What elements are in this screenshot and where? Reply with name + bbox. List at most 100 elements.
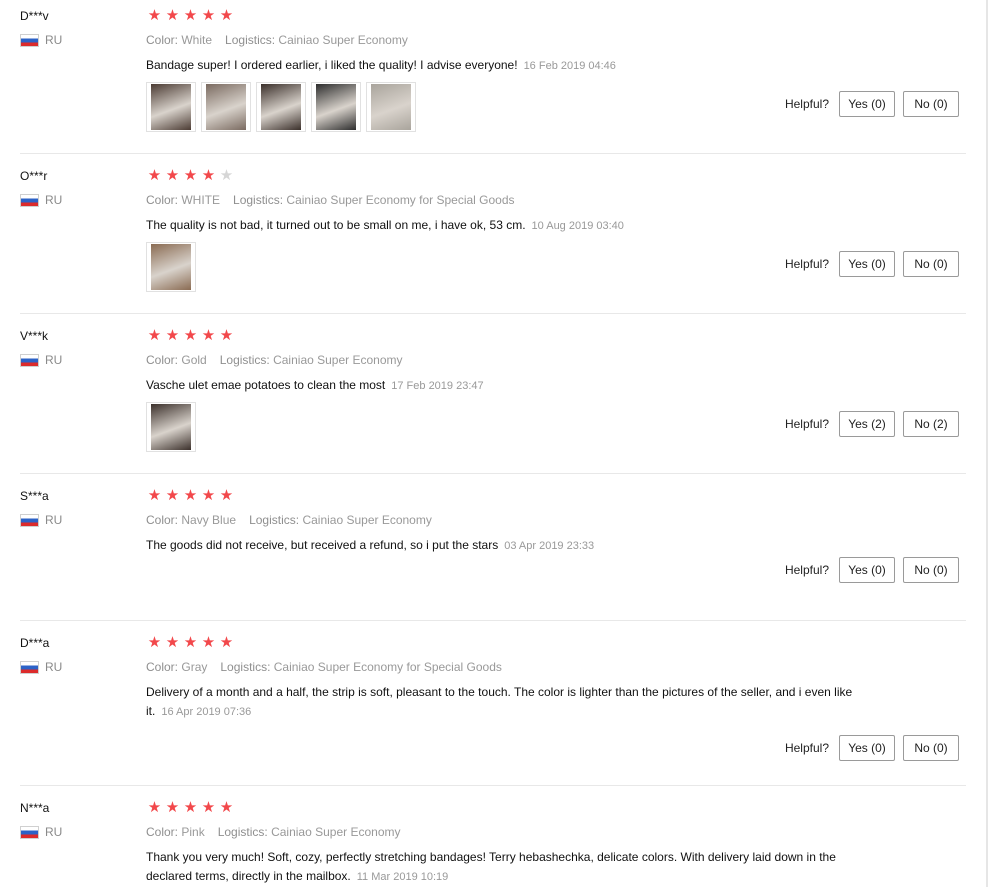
russia-flag-icon <box>20 660 39 674</box>
star-icon: ★ <box>165 167 180 184</box>
country-code: RU <box>45 660 63 674</box>
helpful-yes-button[interactable]: Yes (0) <box>839 557 895 583</box>
reviewer-name: N***a <box>20 801 50 815</box>
reviewer-name: D***v <box>20 9 49 23</box>
star-icon: ★ <box>201 634 216 651</box>
star-icon: ★ <box>219 327 234 344</box>
color-label: Color: <box>146 193 179 207</box>
russia-flag-icon <box>20 353 39 367</box>
review-text: The goods did not receive, but received … <box>146 536 866 556</box>
reviewer-name: O***r <box>20 169 48 183</box>
color-value: White <box>181 33 213 47</box>
helpful-no-button[interactable]: No (0) <box>903 735 959 761</box>
star-icon: ★ <box>201 799 216 816</box>
logistics-value: Cainiao Super Economy <box>302 513 432 527</box>
helpful-no-button[interactable]: No (0) <box>903 557 959 583</box>
helpful-yes-button[interactable]: Yes (2) <box>839 411 895 437</box>
review-body: The goods did not receive, but received … <box>146 538 499 552</box>
star-icon: ★ <box>147 799 162 816</box>
helpful-yes-button[interactable]: Yes (0) <box>839 91 895 117</box>
star-icon: ★ <box>147 7 162 24</box>
russia-flag-icon <box>20 825 39 839</box>
star-icon: ★ <box>201 327 216 344</box>
logistics-label: Logistics: <box>225 33 276 47</box>
helpful-vote: Helpful? Yes (0) No (0) <box>785 90 959 118</box>
star-icon: ★ <box>147 487 162 504</box>
star-icon: ★ <box>219 7 234 24</box>
star-icon: ★ <box>147 634 162 651</box>
star-icon: ★ <box>201 487 216 504</box>
helpful-label: Helpful? <box>784 563 829 577</box>
helpful-label: Helpful? <box>784 741 829 755</box>
review-item: S***a RU ★ ★ ★ ★ ★ Color: Navy Blue Logistics: C… <box>20 488 966 621</box>
helpful-no-button[interactable]: No (2) <box>903 411 959 437</box>
color-label: Color: <box>146 513 179 527</box>
helpful-yes-button[interactable]: Yes (0) <box>839 251 895 277</box>
color-label: Color: <box>146 660 179 674</box>
helpful-label: Helpful? <box>784 97 829 111</box>
color-value: Gold <box>181 353 207 367</box>
star-icon: ★ <box>183 799 198 816</box>
review-photo-thumbnail[interactable] <box>311 82 361 132</box>
star-icon: ★ <box>147 167 162 184</box>
helpful-no-button[interactable]: No (0) <box>903 91 959 117</box>
star-icon: ★ <box>165 7 180 24</box>
logistics-value: Cainiao Super Economy for Special Goods <box>273 660 502 674</box>
logistics-value: Cainiao Super Economy <box>278 33 408 47</box>
review-photo-thumbnail[interactable] <box>201 82 251 132</box>
photo-image <box>316 84 356 130</box>
reviewer-country: RU <box>20 352 62 368</box>
helpful-no-button[interactable]: No (0) <box>903 251 959 277</box>
star-icon: ★ <box>219 487 234 504</box>
reviewer-name: D***a <box>20 636 50 650</box>
logistics-value: Cainiao Super Economy <box>273 353 403 367</box>
star-rating: ★ ★ ★ ★ ★ <box>146 328 235 344</box>
star-rating: ★ ★ ★ ★ ★ <box>146 8 235 24</box>
review-photo-thumbnail[interactable] <box>366 82 416 132</box>
review-item: O***r RU ★ ★ ★ ★ ★ Color: WHITE Logistics: Caini… <box>20 168 966 314</box>
review-text: Delivery of a month and a half, the stri… <box>146 683 866 722</box>
review-photo-thumbnail[interactable] <box>146 82 196 132</box>
country-code: RU <box>45 193 63 207</box>
review-photo-thumbnail[interactable] <box>256 82 306 132</box>
order-info: Color: Navy Blue Logistics: Cainiao Super… <box>146 512 432 528</box>
reviewer-name: V***k <box>20 329 49 343</box>
review-date: 17 Feb 2019 23:47 <box>391 380 484 392</box>
review-text: Bandage super! I ordered earlier, i like… <box>146 56 866 76</box>
helpful-label: Helpful? <box>784 417 829 431</box>
star-icon: ★ <box>165 799 180 816</box>
star-rating: ★ ★ ★ ★ ★ <box>146 168 235 184</box>
star-rating: ★ ★ ★ ★ ★ <box>146 488 235 504</box>
star-icon: ★ <box>183 487 198 504</box>
helpful-yes-button[interactable]: Yes (0) <box>839 735 895 761</box>
star-icon: ★ <box>165 327 180 344</box>
star-icon: ★ <box>183 327 198 344</box>
review-text: The quality is not bad, it turned out to… <box>146 216 866 236</box>
star-icon: ★ <box>201 7 216 24</box>
reviewer-country: RU <box>20 32 62 48</box>
color-value: Gray <box>181 660 208 674</box>
review-date: 16 Apr 2019 07:36 <box>161 706 252 718</box>
color-value: Navy Blue <box>181 513 237 527</box>
star-icon: ★ <box>165 634 180 651</box>
review-photo-thumbnail[interactable] <box>146 242 196 292</box>
logistics-value: Cainiao Super Economy <box>271 825 401 839</box>
country-code: RU <box>45 513 63 527</box>
photo-image <box>371 84 411 130</box>
russia-flag-icon <box>20 193 39 207</box>
star-icon: ★ <box>165 487 180 504</box>
logistics-label: Logistics: <box>233 193 284 207</box>
reviewer-country: RU <box>20 512 62 528</box>
review-body: The quality is not bad, it turned out to… <box>146 218 526 232</box>
country-code: RU <box>45 33 63 47</box>
photo-image <box>206 84 246 130</box>
color-label: Color: <box>146 353 179 367</box>
review-text: Thank you very much! Soft, cozy, perfect… <box>146 848 866 887</box>
country-code: RU <box>45 825 63 839</box>
helpful-vote: Helpful? Yes (0) No (0) <box>785 250 959 278</box>
review-photo-thumbnail[interactable] <box>146 402 196 452</box>
photo-image <box>261 84 301 130</box>
logistics-label: Logistics: <box>249 513 300 527</box>
review-photos <box>146 82 416 132</box>
helpful-label: Helpful? <box>784 257 829 271</box>
